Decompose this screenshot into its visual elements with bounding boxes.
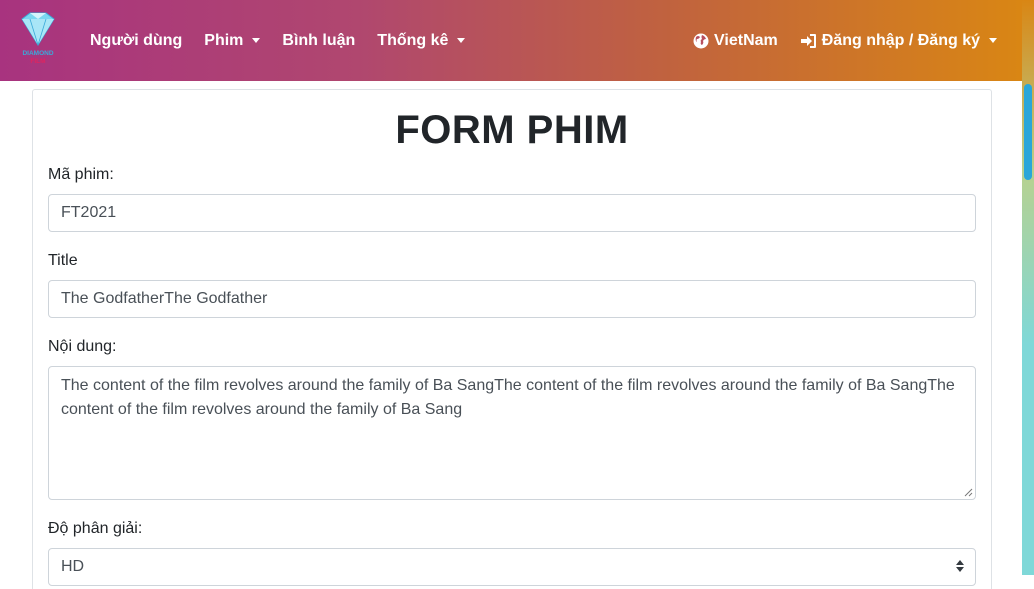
resolution-select[interactable]: HD (48, 548, 976, 586)
content-label: Nội dung: (48, 338, 117, 355)
right-nav: VietNam Đăng nhập / Đăng ký (671, 0, 997, 81)
caret-down-icon (989, 38, 997, 43)
resolution-label: Độ phân giải: (48, 520, 143, 537)
content-textarea[interactable]: The content of the film revolves around … (48, 366, 976, 500)
svg-text:FILM: FILM (30, 58, 45, 65)
main-nav: Người dùng Phim Bình luận Thống kê (90, 0, 487, 81)
nav-comments-label: Bình luận (282, 31, 356, 49)
resize-grip-icon[interactable] (964, 488, 973, 497)
form-title: FORM PHIM (395, 108, 629, 152)
select-arrows-icon (956, 560, 964, 572)
login-register-label: Đăng nhập / Đăng ký (821, 31, 980, 49)
movie-id-input[interactable]: FT2021 (48, 194, 976, 232)
content-text: The content of the film revolves around … (61, 377, 955, 418)
title-input[interactable]: The GodfatherThe Godfather (48, 280, 976, 318)
scrollbar-thumb[interactable] (1024, 84, 1032, 180)
form-card (32, 89, 992, 589)
nav-movies-label: Phim (204, 31, 244, 49)
caret-down-icon (457, 38, 466, 43)
resolution-selected-value: HD (61, 558, 85, 575)
login-register-dropdown[interactable]: Đăng nhập / Đăng ký (800, 32, 997, 50)
nav-statistics-label: Thống kê (377, 31, 449, 49)
nav-movies-dropdown[interactable]: Phim (204, 31, 261, 50)
page-scrollbar[interactable] (1022, 0, 1034, 575)
nav-users-label: Người dùng (90, 31, 183, 49)
navbar: DIAMOND FILM Người dùng Phim Bình luận T… (0, 0, 1022, 81)
svg-text:DIAMOND: DIAMOND (22, 50, 53, 57)
caret-down-icon (252, 38, 261, 43)
language-selector[interactable]: VietNam (693, 32, 778, 50)
title-label: Title (48, 252, 78, 269)
nav-statistics-dropdown[interactable]: Thống kê (377, 31, 466, 50)
language-label: VietNam (714, 31, 778, 49)
movie-id-label: Mã phim: (48, 166, 114, 183)
nav-comments[interactable]: Bình luận (282, 32, 355, 50)
nav-users[interactable]: Người dùng (90, 32, 182, 50)
globe-icon (693, 33, 709, 48)
diamond-logo[interactable]: DIAMOND FILM (16, 11, 60, 69)
sign-in-icon (800, 33, 816, 48)
